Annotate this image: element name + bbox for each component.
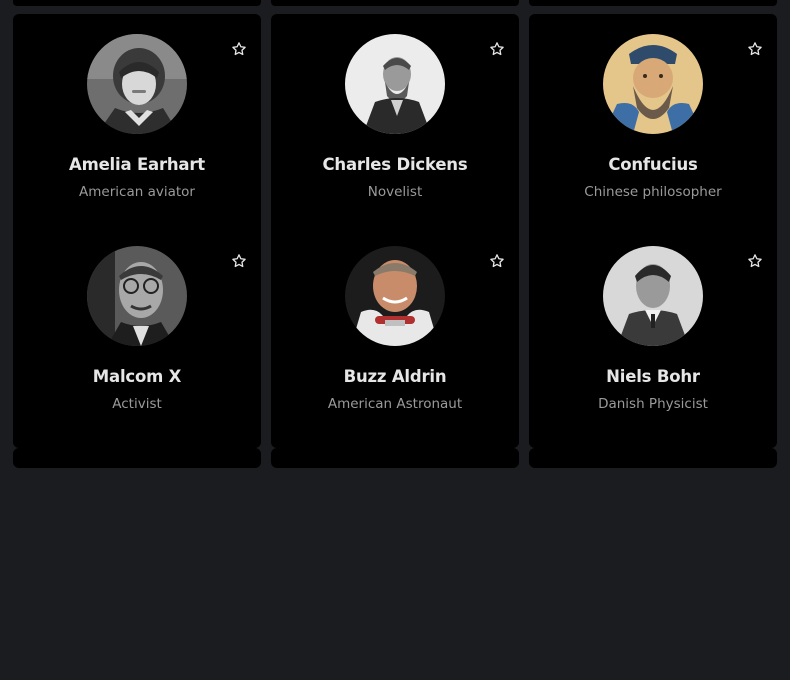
person-card-partial xyxy=(13,0,261,6)
person-card-partial[interactable] xyxy=(529,448,777,468)
star-outline-icon[interactable] xyxy=(489,253,505,269)
person-card[interactable]: Amelia Earhart American aviator xyxy=(13,14,261,236)
star-outline-icon[interactable] xyxy=(231,41,247,57)
avatar xyxy=(87,246,187,346)
star-outline-icon[interactable] xyxy=(489,41,505,57)
person-card[interactable]: Malcom X Activist xyxy=(13,226,261,448)
person-card-partial[interactable] xyxy=(13,448,261,468)
person-name: Confucius xyxy=(608,155,698,174)
person-role: American Astronaut xyxy=(327,396,463,412)
star-outline-icon[interactable] xyxy=(747,41,763,57)
avatar xyxy=(603,246,703,346)
person-role: Novelist xyxy=(367,184,423,200)
person-card-partial xyxy=(271,0,519,6)
person-name: Amelia Earhart xyxy=(69,155,205,174)
person-card[interactable]: Confucius Chinese philosopher xyxy=(529,14,777,236)
avatar xyxy=(603,34,703,134)
person-role: American aviator xyxy=(79,184,195,200)
person-role: Chinese philosopher xyxy=(584,184,722,200)
avatar xyxy=(87,34,187,134)
avatar xyxy=(345,246,445,346)
star-outline-icon[interactable] xyxy=(747,253,763,269)
person-name: Buzz Aldrin xyxy=(343,367,447,386)
person-card[interactable]: Niels Bohr Danish Physicist xyxy=(529,226,777,448)
star-outline-icon[interactable] xyxy=(231,253,247,269)
person-name: Charles Dickens xyxy=(322,155,468,174)
person-name: Niels Bohr xyxy=(606,367,700,386)
person-card-grid: Amelia Earhart American aviator Charles … xyxy=(13,0,777,680)
person-card[interactable]: Charles Dickens Novelist xyxy=(271,14,519,236)
person-card-partial xyxy=(529,0,777,6)
person-card-partial[interactable] xyxy=(271,448,519,468)
avatar xyxy=(345,34,445,134)
person-name: Malcom X xyxy=(92,367,182,386)
person-role: Activist xyxy=(112,396,162,412)
person-card[interactable]: Buzz Aldrin American Astronaut xyxy=(271,226,519,448)
person-role: Danish Physicist xyxy=(598,396,708,412)
